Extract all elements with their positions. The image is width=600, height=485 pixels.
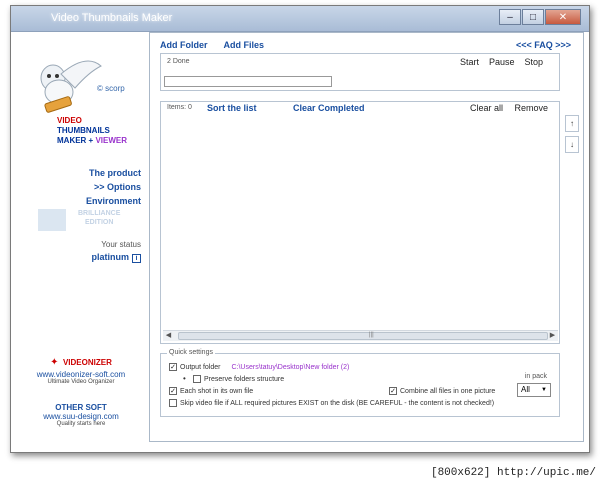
- promo2-tagline: Quality starts here: [56, 421, 106, 427]
- add-files-link[interactable]: Add Files: [224, 40, 265, 50]
- sidebar: © scorp VIDEO THUMBNAILS MAKER + VIEWER …: [11, 32, 149, 452]
- product-name-line2: THUMBNAILS: [57, 126, 110, 135]
- promo1-name: VIDEONIZER: [62, 358, 112, 367]
- sort-list-link[interactable]: Sort the list: [207, 103, 257, 113]
- title-bar[interactable]: Video Thumbnails Maker – □ ✕: [11, 6, 589, 32]
- skip-checkbox[interactable]: [169, 399, 177, 407]
- add-folder-link[interactable]: Add Folder: [160, 40, 208, 50]
- skip-label: Skip video file if ALL required pictures…: [180, 399, 495, 407]
- window-controls: – □ ✕: [499, 9, 581, 25]
- product-name-line1: VIDEO: [57, 116, 82, 125]
- sidebar-nav: The product >> Options Environment: [86, 166, 141, 208]
- stop-button[interactable]: Stop: [524, 57, 543, 67]
- window-title: Video Thumbnails Maker: [51, 12, 173, 24]
- promo1-tagline: Ultimate Video Organizer: [47, 379, 115, 385]
- combine-checkbox[interactable]: ✓: [389, 387, 397, 395]
- preserve-checkbox[interactable]: [193, 375, 201, 383]
- quick-settings: Quick settings ✓ Output folder C:\Users\…: [160, 349, 560, 417]
- pack-select[interactable]: All ▼: [517, 383, 551, 397]
- output-folder-path[interactable]: C:\Users\tatuy\Desktop\New folder (2): [231, 364, 349, 371]
- minimize-button[interactable]: –: [499, 9, 521, 25]
- product-name-line3: MAKER + VIEWER: [57, 136, 127, 146]
- main-panel: Add Folder Add Files <<< FAQ >>> 2 Done …: [149, 32, 584, 442]
- status-label: Your status: [101, 240, 141, 249]
- top-links: Add Folder Add Files: [160, 40, 264, 50]
- promo1-logo: ✦ VIDEONIZER: [21, 352, 141, 370]
- nav-item-product[interactable]: The product: [86, 166, 141, 180]
- promo2-url[interactable]: www.suu-design.com: [21, 412, 141, 421]
- copyright-label: © scorp: [97, 84, 125, 93]
- output-folder-row: ✓ Output folder C:\Users\tatuy\Desktop\N…: [169, 363, 349, 371]
- quick-settings-label: Quick settings: [167, 349, 215, 356]
- clear-completed-link[interactable]: Clear Completed: [293, 103, 365, 113]
- nav-item-options[interactable]: >> Options: [86, 180, 141, 194]
- remove-button[interactable]: Remove: [514, 103, 548, 113]
- promo1-url[interactable]: www.videonizer-soft.com: [21, 370, 141, 379]
- output-folder-checkbox[interactable]: ✓: [169, 363, 177, 371]
- each-shot-checkbox[interactable]: ✓: [169, 387, 177, 395]
- product-name-maker: MAKER +: [57, 136, 96, 145]
- close-button[interactable]: ✕: [545, 9, 581, 25]
- product-name-viewer: VIEWER: [95, 136, 128, 145]
- edition-icon: [38, 209, 66, 231]
- nav-item-environment[interactable]: Environment: [86, 194, 141, 208]
- videonizer-icon: ✦: [50, 357, 59, 368]
- image-caption: [800x622] http://upic.me/: [430, 467, 596, 479]
- horizontal-scrollbar[interactable]: ◀ ||| ▶: [163, 330, 558, 341]
- progress-controls: Start Pause Stop: [460, 57, 543, 67]
- product-name: VIDEO THUMBNAILS MAKER + VIEWER: [57, 116, 127, 146]
- scroll-right-icon[interactable]: ▶: [547, 331, 558, 341]
- faq-link[interactable]: <<< FAQ >>>: [516, 40, 571, 50]
- each-shot-row: ✓ Each shot in its own file: [169, 387, 253, 395]
- skip-row: Skip video file if ALL required pictures…: [169, 399, 494, 407]
- items-count: Items: 0: [167, 104, 192, 111]
- move-down-button[interactable]: ↓: [565, 136, 579, 153]
- pause-button[interactable]: Pause: [489, 57, 515, 67]
- combine-row: ✓ Combine all files in one picture: [389, 387, 495, 395]
- progress-bar: [164, 76, 332, 87]
- status-value: platinum i: [91, 252, 141, 263]
- done-count: 2 Done: [167, 58, 190, 65]
- file-list[interactable]: Items: 0 Sort the list Clear Completed C…: [160, 101, 560, 344]
- pack-select-value: All: [521, 385, 530, 394]
- progress-panel: 2 Done Start Pause Stop: [160, 53, 560, 91]
- clear-all-button[interactable]: Clear all: [470, 103, 503, 113]
- scroll-thumb[interactable]: |||: [178, 332, 548, 340]
- start-button[interactable]: Start: [460, 57, 479, 67]
- grip-icon: |||: [369, 332, 374, 338]
- edition-badge: BRILLIANCE EDITION: [38, 207, 128, 239]
- list-header: Items: 0 Sort the list Clear Completed C…: [161, 102, 559, 116]
- combine-label: Combine all files in one picture: [400, 387, 496, 395]
- each-shot-label: Each shot in its own file: [180, 387, 254, 395]
- info-icon[interactable]: i: [132, 254, 141, 263]
- status-text: platinum: [91, 252, 130, 262]
- preserve-row: Preserve folders structure: [179, 375, 284, 383]
- preserve-label: Preserve folders structure: [204, 375, 285, 383]
- videonizer-promo[interactable]: ✦ VIDEONIZER www.videonizer-soft.com Ult…: [21, 352, 141, 385]
- move-up-button[interactable]: ↑: [565, 115, 579, 132]
- edition-label: BRILLIANCE EDITION: [78, 210, 121, 226]
- output-folder-label: Output folder: [180, 363, 221, 371]
- chevron-down-icon: ▼: [541, 387, 547, 393]
- in-pack-label: in pack: [524, 373, 547, 380]
- promo2-name: OTHER SOFT: [55, 403, 107, 412]
- other-soft-promo[interactable]: OTHER SOFT www.suu-design.com Quality st…: [21, 403, 141, 427]
- scroll-left-icon[interactable]: ◀: [163, 331, 174, 341]
- maximize-button[interactable]: □: [522, 9, 544, 25]
- app-window: Video Thumbnails Maker – □ ✕ © scorp VID…: [10, 5, 590, 453]
